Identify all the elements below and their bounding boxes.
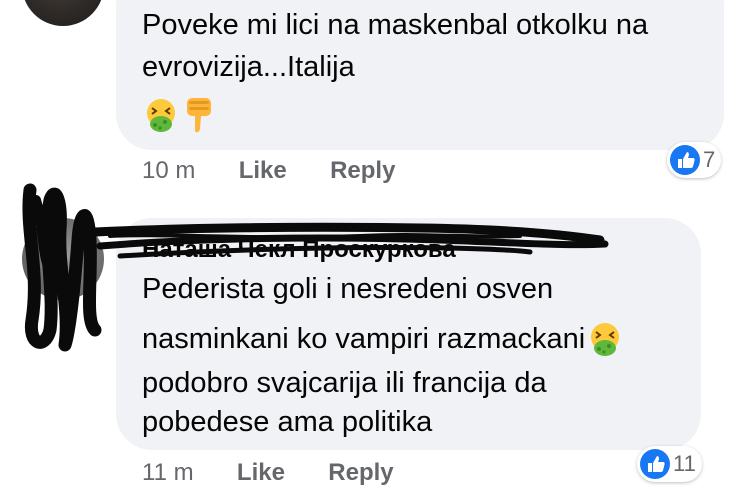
redaction-scribble	[22, 183, 609, 352]
